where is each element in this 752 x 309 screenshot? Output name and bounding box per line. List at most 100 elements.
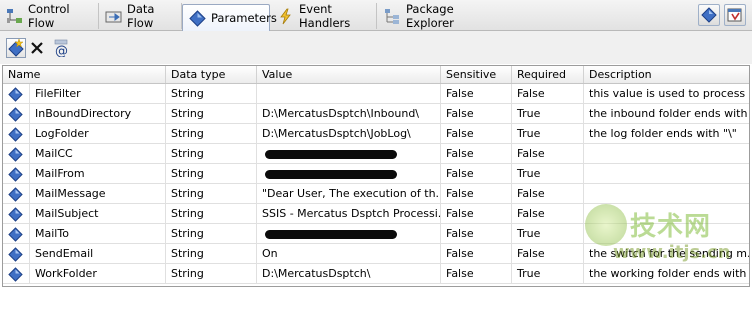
cell-required[interactable]: True: [512, 124, 584, 144]
cell-data-type[interactable]: String: [166, 184, 257, 204]
cell-value[interactable]: [257, 84, 441, 104]
cell-description[interactable]: the log folder ends with "\": [584, 124, 749, 144]
cell-sensitive[interactable]: False: [441, 244, 512, 264]
tab-event-handlers[interactable]: Event Handlers: [271, 2, 377, 30]
cell-data-type[interactable]: String: [166, 264, 257, 284]
cell-required[interactable]: True: [512, 104, 584, 124]
cell-description[interactable]: [584, 164, 749, 184]
cell-required[interactable]: False: [512, 144, 584, 164]
cell-required-text: False: [517, 147, 545, 160]
cell-data-type[interactable]: String: [166, 104, 257, 124]
cell-name-text: MailSubject: [35, 207, 99, 220]
parameter-row[interactable]: InBoundDirectory String D:\MercatusDsptch\…: [3, 104, 749, 124]
cell-name[interactable]: MailFrom: [30, 164, 166, 184]
column-header-required[interactable]: Required: [512, 66, 584, 83]
cell-sensitive-text: False: [446, 127, 474, 140]
cell-sensitive[interactable]: False: [441, 264, 512, 284]
cell-sensitive[interactable]: False: [441, 124, 512, 144]
cell-sensitive-text: False: [446, 267, 474, 280]
tab-package-explorer[interactable]: Package Explorer: [378, 2, 503, 30]
parameter-row[interactable]: MailCC String False False: [3, 144, 749, 164]
cell-sensitive[interactable]: False: [441, 204, 512, 224]
row-selector[interactable]: [3, 224, 30, 244]
parameters-view-button[interactable]: [698, 4, 720, 26]
column-header-sensitive[interactable]: Sensitive: [441, 66, 512, 83]
cell-data-type[interactable]: String: [166, 124, 257, 144]
cell-data-type[interactable]: String: [166, 224, 257, 244]
cell-sensitive[interactable]: False: [441, 84, 512, 104]
cell-data-type[interactable]: String: [166, 84, 257, 104]
cell-name[interactable]: MailTo: [30, 224, 166, 244]
row-selector[interactable]: [3, 244, 30, 264]
cell-name[interactable]: WorkFolder: [30, 264, 166, 284]
add-to-configurations-button[interactable]: @: [51, 38, 71, 58]
cell-data-type[interactable]: String: [166, 244, 257, 264]
cell-required[interactable]: False: [512, 204, 584, 224]
cell-sensitive[interactable]: False: [441, 104, 512, 124]
cell-description[interactable]: the working folder ends with "\": [584, 264, 749, 284]
parameter-row[interactable]: FileFilter String False False this value is …: [3, 84, 749, 104]
cell-value[interactable]: [257, 144, 441, 164]
redaction-mark: [265, 229, 397, 239]
cell-name[interactable]: LogFolder: [30, 124, 166, 144]
column-header-description[interactable]: Description: [584, 66, 749, 83]
cell-sensitive[interactable]: False: [441, 184, 512, 204]
tab-data-flow[interactable]: Data Flow: [99, 2, 182, 30]
row-selector[interactable]: [3, 264, 30, 284]
cell-name-text: WorkFolder: [35, 267, 97, 280]
row-selector[interactable]: [3, 204, 30, 224]
cell-data-type[interactable]: String: [166, 164, 257, 184]
cell-name[interactable]: MailSubject: [30, 204, 166, 224]
tab-parameters[interactable]: Parameters: [182, 4, 277, 31]
column-header-name[interactable]: Name: [3, 66, 166, 83]
variables-window-button[interactable]: [724, 4, 746, 26]
package-explorer-icon: [384, 8, 401, 25]
cell-value[interactable]: On: [257, 244, 441, 264]
cell-required[interactable]: False: [512, 84, 584, 104]
row-selector[interactable]: [3, 124, 30, 144]
row-selector[interactable]: [3, 104, 30, 124]
cell-value[interactable]: D:\MercatusDsptch\Inbound\: [257, 104, 441, 124]
tab-control-flow[interactable]: Control Flow: [0, 2, 99, 30]
cell-value[interactable]: D:\MercatusDsptch\JobLog\: [257, 124, 441, 144]
cell-required[interactable]: True: [512, 264, 584, 284]
cell-sensitive[interactable]: False: [441, 144, 512, 164]
cell-name[interactable]: InBoundDirectory: [30, 104, 166, 124]
cell-name[interactable]: MailMessage: [30, 184, 166, 204]
row-selector[interactable]: [3, 144, 30, 164]
cell-required[interactable]: True: [512, 224, 584, 244]
parameter-row[interactable]: MailFrom String False True: [3, 164, 749, 184]
cell-required[interactable]: False: [512, 244, 584, 264]
add-parameter-button[interactable]: [6, 38, 26, 58]
cell-value[interactable]: [257, 224, 441, 244]
cell-description[interactable]: [584, 144, 749, 164]
column-header-data-type[interactable]: Data type: [166, 66, 257, 83]
svg-text:@: @: [55, 44, 68, 57]
cell-value[interactable]: [257, 164, 441, 184]
delete-parameter-button[interactable]: [27, 38, 47, 58]
parameter-row[interactable]: MailMessage String "Dear User, The executi…: [3, 184, 749, 204]
cell-value[interactable]: SSIS - Mercatus Dsptch Processi...: [257, 204, 441, 224]
cell-required[interactable]: False: [512, 184, 584, 204]
cell-description[interactable]: [584, 184, 749, 204]
cell-value[interactable]: D:\MercatusDsptch\: [257, 264, 441, 284]
parameter-row[interactable]: WorkFolder String D:\MercatusDsptch\ False T…: [3, 264, 749, 284]
cell-sensitive[interactable]: False: [441, 224, 512, 244]
cell-data-type[interactable]: String: [166, 144, 257, 164]
cell-sensitive-text: False: [446, 107, 474, 120]
row-selector[interactable]: [3, 184, 30, 204]
cell-name[interactable]: FileFilter: [30, 84, 166, 104]
row-selector[interactable]: [3, 84, 30, 104]
cell-value[interactable]: "Dear User, The execution of th...: [257, 184, 441, 204]
cell-name[interactable]: SendEmail: [30, 244, 166, 264]
cell-description[interactable]: this value is used to process ...: [584, 84, 749, 104]
column-header-value[interactable]: Value: [257, 66, 441, 83]
row-selector[interactable]: [3, 164, 30, 184]
cell-name[interactable]: MailCC: [30, 144, 166, 164]
parameter-row[interactable]: LogFolder String D:\MercatusDsptch\JobLog\…: [3, 124, 749, 144]
cell-data-type[interactable]: String: [166, 204, 257, 224]
cell-required[interactable]: True: [512, 164, 584, 184]
redaction-mark: [265, 149, 397, 159]
cell-sensitive[interactable]: False: [441, 164, 512, 184]
cell-description[interactable]: the inbound folder ends with "\": [584, 104, 749, 124]
